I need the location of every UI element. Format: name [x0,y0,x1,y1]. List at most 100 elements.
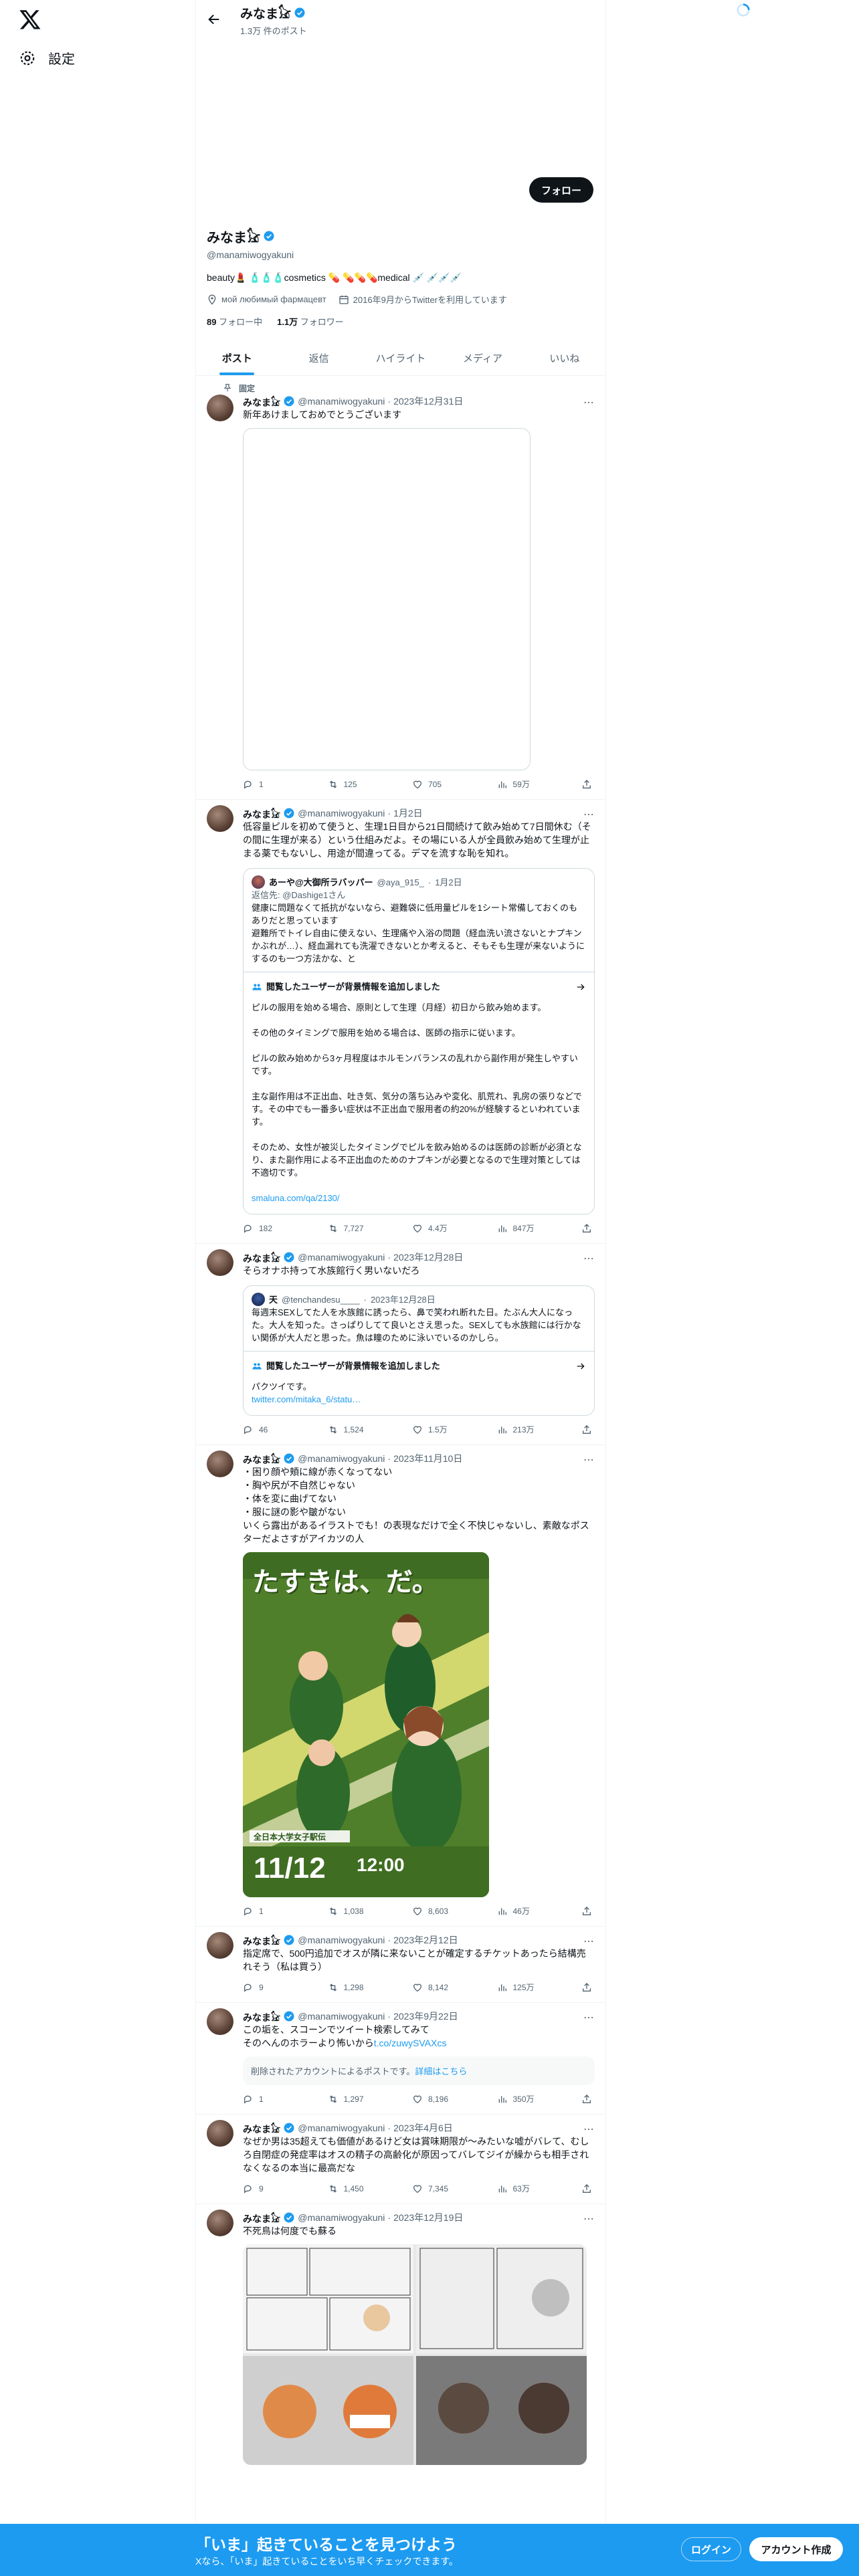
share-button[interactable] [581,2183,595,2194]
login-button[interactable]: ログイン [681,2537,741,2561]
share-button[interactable] [581,1981,595,1993]
reply-button[interactable]: 46 [243,1424,283,1435]
retweet-button[interactable]: 1,298 [328,1981,368,1993]
tweet-author-name[interactable]: みなま𓃠 [243,1451,280,1467]
tab-posts[interactable]: ポスト [196,341,278,375]
more-options-icon[interactable]: ⋯ [583,2011,595,2024]
retweet-button[interactable]: 125 [328,778,368,790]
follow-button[interactable]: フォロー [529,177,593,203]
nav-settings[interactable]: 設定 [19,48,75,68]
community-note-header[interactable]: 閲覧したユーザーが背景情報を追加しました [252,980,586,993]
tweet-author-name[interactable]: みなま𓃠 [243,393,280,409]
like-button[interactable]: 8,603 [412,1905,452,1917]
views-button[interactable]: 46万 [497,1905,537,1917]
retweet-button[interactable]: 7,727 [328,1222,368,1234]
reply-button[interactable]: 1 [243,778,283,790]
tweet[interactable]: ⋯ みなま𓃠 @manamiwogyakuni · 2023年4月6日 なぜか男… [196,2115,605,2204]
tweet-author-handle[interactable]: @manamiwogyakuni [298,2123,385,2133]
tweet-author-name[interactable]: みなま𓃠 [243,1249,280,1265]
like-button[interactable]: 4.4万 [412,1222,452,1234]
like-button[interactable]: 7,345 [412,2183,452,2194]
tweet-date[interactable]: 2023年2月12日 [393,1933,458,1947]
tweet-author-handle[interactable]: @manamiwogyakuni [298,808,385,819]
tweet[interactable]: ⋯ みなま𓃠 @manamiwogyakuni · 2023年11月10日 ・困… [196,1445,605,1927]
tweet-author-handle[interactable]: @manamiwogyakuni [298,396,385,407]
tweet-date[interactable]: 2023年9月22日 [393,2010,458,2023]
tab-media[interactable]: メディア [442,341,523,375]
share-button[interactable] [581,1905,595,1917]
quoted-tweet[interactable]: 天 @tenchandesu____ · 2023年12月28日 毎週末SEXし… [243,1285,595,1416]
avatar[interactable] [207,805,233,832]
tweet-image[interactable] [243,428,531,770]
like-button[interactable]: 8,142 [412,1981,452,1993]
tweet-author-handle[interactable]: @manamiwogyakuni [298,2011,385,2022]
quoted-tweet[interactable]: あーや@大御所ラバッパー @aya_915_ · 1月2日 返信先: @Dash… [243,868,595,1214]
retweet-button[interactable]: 1,524 [328,1424,368,1435]
create-account-button[interactable]: アカウント作成 [749,2537,843,2561]
tweet-author-name[interactable]: みなま𓃠 [243,2210,280,2226]
views-button[interactable]: 63万 [497,2183,537,2194]
tweet-author-handle[interactable]: @manamiwogyakuni [298,2212,385,2223]
share-button[interactable] [581,778,595,790]
tweet-image-grid[interactable] [243,2244,587,2465]
avatar[interactable] [207,1451,233,1477]
tweet-author-name[interactable]: みなま𓃠 [243,2120,280,2136]
reply-button[interactable]: 182 [243,1222,283,1234]
tweet[interactable]: ⋯ みなま𓃠 @manamiwogyakuni · 2023年9月22日 この垢… [196,2003,605,2115]
share-button[interactable] [581,1424,595,1435]
views-button[interactable]: 350万 [497,2093,537,2105]
more-options-icon[interactable]: ⋯ [583,1453,595,1467]
note-source-link[interactable]: smaluna.com/qa/2130/ [252,1193,340,1203]
tweet-author-handle[interactable]: @manamiwogyakuni [298,1453,385,1464]
avatar[interactable] [207,1932,233,1959]
retweet-button[interactable]: 1,450 [328,2183,368,2194]
tab-likes[interactable]: いいね [524,341,605,375]
tweet[interactable]: ⋯ みなま𓃠 @manamiwogyakuni · 2023年12月28日 そら… [196,1244,605,1445]
tweet-author-name[interactable]: みなま𓃠 [243,1932,280,1948]
like-button[interactable]: 1.5万 [412,1424,452,1435]
tweet-date[interactable]: 2023年11月10日 [393,1452,462,1465]
tab-replies[interactable]: 返信 [278,341,359,375]
views-button[interactable]: 213万 [497,1424,537,1435]
tab-highlights[interactable]: ハイライト [360,341,442,375]
like-button[interactable]: 8,196 [412,2093,452,2105]
avatar[interactable] [207,1249,233,1276]
tweet-image-poster[interactable]: たすきは、だ。 全日本大学女子駅伝 11/12 12:00 [243,1552,489,1897]
avatar[interactable] [207,2120,233,2147]
more-options-icon[interactable]: ⋯ [583,2212,595,2226]
avatar[interactable] [207,395,233,421]
tweet-date[interactable]: 2023年12月19日 [393,2211,463,2224]
views-button[interactable]: 125万 [497,1981,537,1993]
retweet-button[interactable]: 1,297 [328,2093,368,2105]
tweet-author-name[interactable]: みなま𓃠 [243,2008,280,2024]
deleted-notice-link[interactable]: 詳細はこちら [415,2066,467,2076]
more-options-icon[interactable]: ⋯ [583,808,595,821]
views-button[interactable]: 847万 [497,1222,537,1234]
tweet-author-name[interactable]: みなま𓃠 [243,805,280,821]
more-options-icon[interactable]: ⋯ [583,2123,595,2136]
tweet-date[interactable]: 2023年4月6日 [393,2121,453,2135]
tweet[interactable]: ⋯ みなま𓃠 @manamiwogyakuni · 1月2日 低容量ピルを初めて… [196,800,605,1244]
like-button[interactable]: 705 [412,778,452,790]
more-options-icon[interactable]: ⋯ [583,1935,595,1948]
tweet-date[interactable]: 2023年12月31日 [393,395,463,408]
following-link[interactable]: 89 フォロー中 [207,315,262,328]
tweet-author-handle[interactable]: @manamiwogyakuni [298,1935,385,1945]
reply-button[interactable]: 9 [243,1981,283,1993]
reply-button[interactable]: 1 [243,1905,283,1917]
x-logo-icon[interactable] [19,8,41,31]
tweet[interactable]: ⋯ みなま𓃠 @manamiwogyakuni · 2023年2月12日 指定席… [196,1927,605,2003]
views-button[interactable]: 59万 [497,778,537,790]
tweet[interactable]: ⋯ みなま𓃠 @manamiwogyakuni · 2023年12月19日 不死… [196,2204,605,2465]
more-options-icon[interactable]: ⋯ [583,396,595,409]
note-source-link[interactable]: twitter.com/mitaka_6/statu… [252,1394,361,1404]
back-arrow-icon[interactable] [207,12,221,27]
followers-link[interactable]: 1.1万 フォロワー [277,315,344,328]
tweet-date[interactable]: 1月2日 [393,807,423,820]
more-options-icon[interactable]: ⋯ [583,1252,595,1265]
tweet-text-link[interactable]: t.co/zuwySVAXcs [374,2038,447,2048]
reply-button[interactable]: 1 [243,2093,283,2105]
avatar[interactable] [207,2008,233,2035]
tweet-author-handle[interactable]: @manamiwogyakuni [298,1252,385,1263]
share-button[interactable] [581,2093,595,2105]
